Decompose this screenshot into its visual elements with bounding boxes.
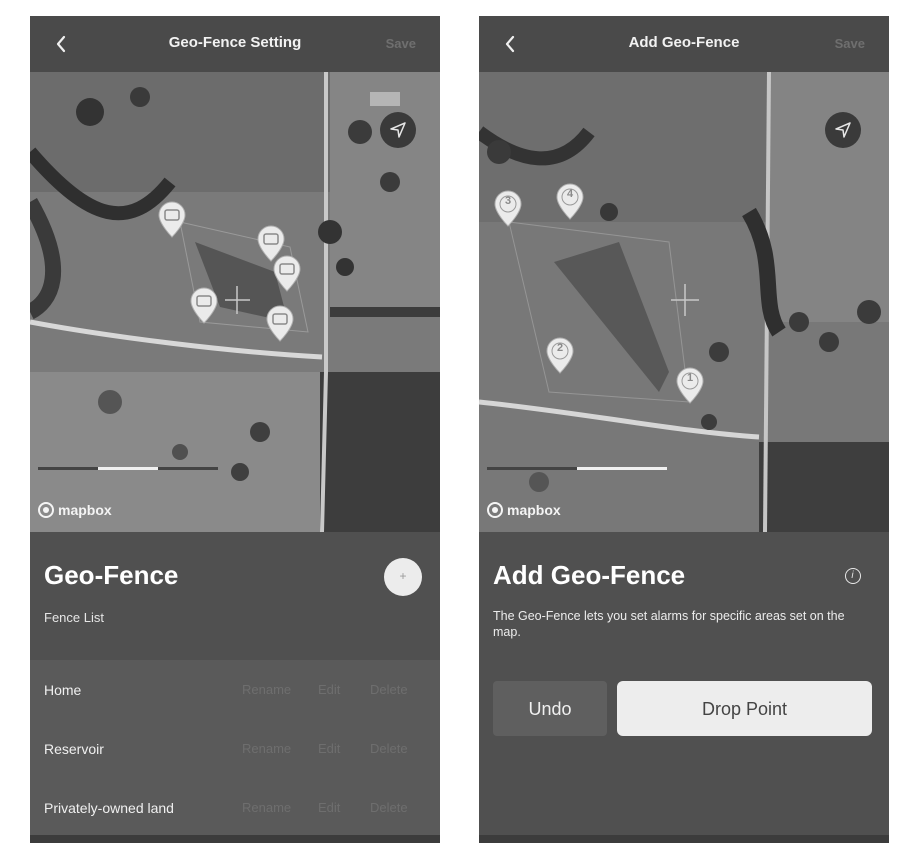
satellite-map[interactable]: 3 4 2 1 mapbox (479, 72, 889, 532)
list-item[interactable]: Reservoir Rename Edit Delete (30, 719, 440, 778)
edit-button[interactable]: Edit (318, 741, 340, 756)
fence-pin[interactable] (189, 286, 219, 324)
top-bar: Geo-Fence Setting Save (30, 16, 440, 72)
delete-button[interactable]: Delete (370, 800, 408, 815)
fence-name: Reservoir (44, 741, 104, 757)
map-terrain (30, 72, 440, 532)
save-button[interactable]: Save (835, 36, 865, 51)
info-icon[interactable]: i (845, 568, 861, 584)
fence-list: Home Rename Edit Delete Reservoir Rename… (30, 660, 440, 835)
map-terrain (479, 72, 889, 532)
point-number: 3 (504, 195, 512, 207)
edit-button[interactable]: Edit (318, 800, 340, 815)
fence-point-pin[interactable]: 2 (545, 336, 575, 374)
add-geo-fence-panel: Add Geo-Fence i The Geo-Fence lets you s… (479, 532, 889, 843)
fence-point-pin[interactable]: 3 (493, 189, 523, 227)
geo-fence-setting-screen: Geo-Fence Setting Save mapbox Geo-Fence … (30, 16, 440, 843)
fence-point-pin[interactable]: 4 (555, 182, 585, 220)
undo-button[interactable]: Undo (493, 681, 607, 736)
locate-button[interactable] (380, 112, 416, 148)
fence-name: Privately-owned land (44, 800, 174, 816)
info-glyph: i (851, 570, 854, 581)
map-scale-bar (487, 467, 667, 470)
delete-button[interactable]: Delete (370, 741, 408, 756)
mapbox-logo-icon (487, 502, 503, 518)
satellite-map[interactable]: mapbox (30, 72, 440, 532)
fence-name: Home (44, 682, 82, 698)
point-number: 2 (556, 342, 564, 354)
list-item[interactable]: Privately-owned land Rename Edit Delete (30, 778, 440, 837)
rename-button[interactable]: Rename (242, 682, 291, 697)
mapbox-label: mapbox (58, 502, 112, 518)
page-title: Geo-Fence Setting (168, 34, 302, 51)
mapbox-attribution[interactable]: mapbox (487, 502, 561, 518)
drop-point-button[interactable]: Drop Point (617, 681, 872, 736)
mapbox-attribution[interactable]: mapbox (38, 502, 112, 518)
plus-icon: + (399, 569, 407, 583)
edit-button[interactable]: Edit (318, 682, 340, 697)
bottom-edge (479, 835, 889, 843)
bottom-edge (30, 835, 440, 843)
navigation-arrow-icon (835, 122, 851, 138)
geo-fence-panel: Geo-Fence Fence List + Home Rename Edit … (30, 532, 440, 843)
map-pin-icon (273, 255, 301, 292)
add-fence-button[interactable]: + (384, 558, 422, 596)
panel-title: Add Geo-Fence (493, 560, 686, 590)
map-pin-icon (190, 287, 218, 324)
list-item[interactable]: Home Rename Edit Delete (30, 660, 440, 719)
panel-title: Geo-Fence (44, 560, 179, 590)
locate-button[interactable] (825, 112, 861, 148)
rename-button[interactable]: Rename (242, 741, 291, 756)
map-pin-icon (266, 305, 294, 342)
fence-pin[interactable] (272, 254, 302, 292)
fence-pin[interactable] (157, 200, 187, 238)
save-button[interactable]: Save (386, 36, 416, 51)
page-title: Add Geo-Fence (628, 34, 740, 51)
rename-button[interactable]: Rename (242, 800, 291, 815)
navigation-arrow-icon (390, 122, 406, 138)
map-pin-icon (158, 201, 186, 238)
point-number: 4 (566, 188, 574, 200)
add-geo-fence-screen: Add Geo-Fence Save 3 4 2 1 mapbox Add Ge… (479, 16, 889, 843)
top-bar: Add Geo-Fence Save (479, 16, 889, 72)
drop-point-label: Drop Point (701, 699, 788, 719)
delete-button[interactable]: Delete (370, 682, 408, 697)
mapbox-label: mapbox (507, 502, 561, 518)
map-scale-bar (38, 467, 218, 470)
mapbox-logo-icon (38, 502, 54, 518)
point-number: 1 (686, 372, 694, 384)
fence-pin[interactable] (265, 304, 295, 342)
fence-point-pin[interactable]: 1 (675, 366, 705, 404)
fence-list-label: Fence List (44, 610, 104, 625)
panel-description: The Geo-Fence lets you set alarms for sp… (493, 609, 845, 639)
undo-label: Undo (528, 699, 572, 719)
